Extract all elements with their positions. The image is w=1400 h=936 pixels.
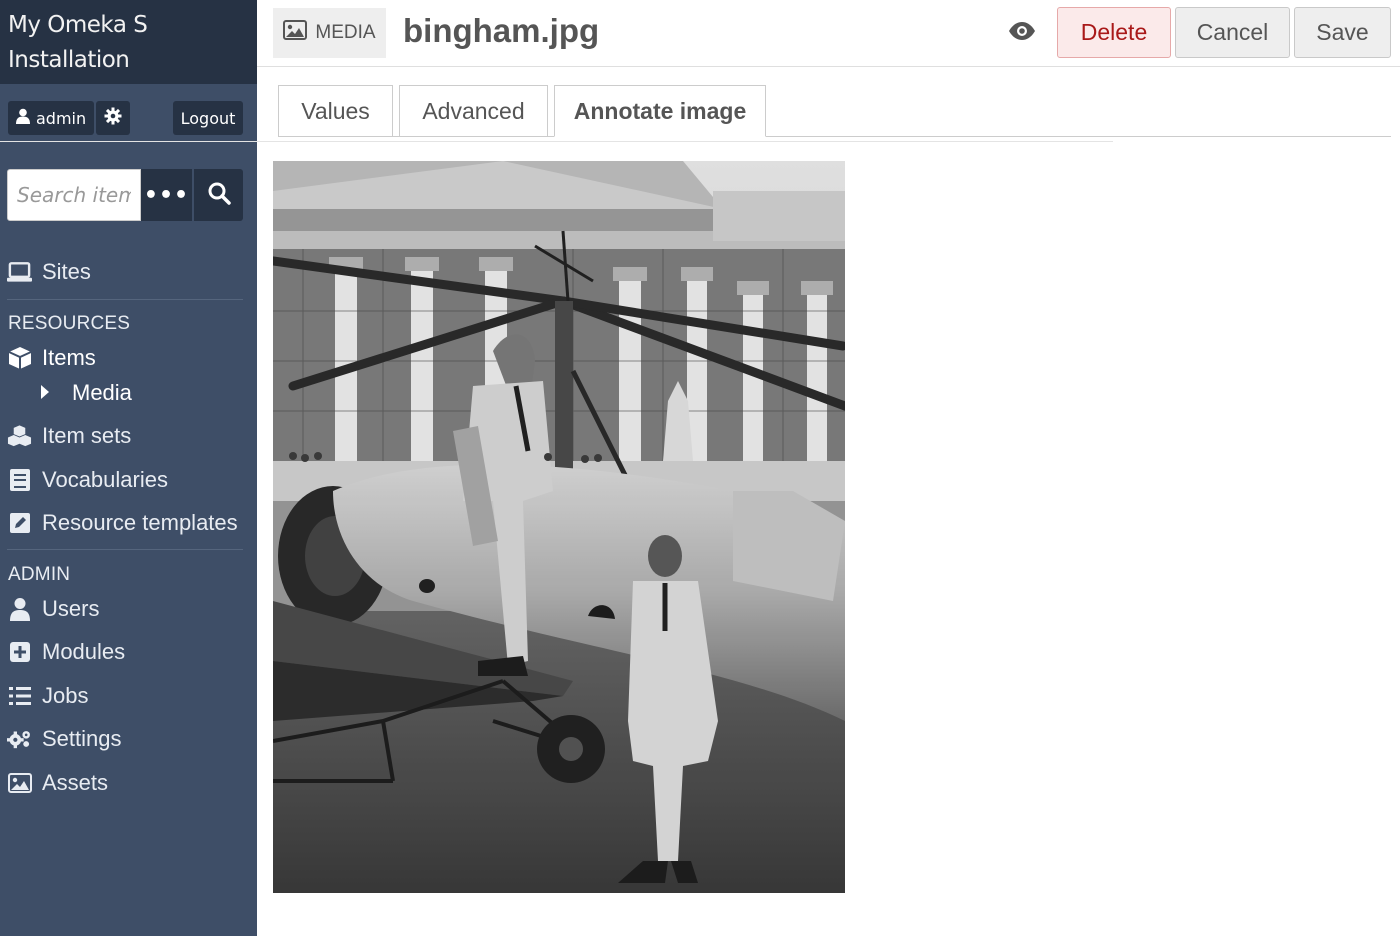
- search-icon: [207, 181, 231, 209]
- plus-square-icon: [7, 640, 32, 664]
- image-icon: [283, 20, 308, 46]
- site-title-line2: Installation: [8, 47, 130, 73]
- tabs-underline: [0, 141, 1113, 142]
- tab-advanced[interactable]: Advanced: [399, 85, 548, 137]
- search-button[interactable]: [194, 169, 243, 221]
- book-icon: [7, 468, 32, 492]
- nav-jobs-label: Jobs: [42, 683, 89, 708]
- laptop-icon: [7, 260, 32, 284]
- nav-modules[interactable]: Modules: [7, 639, 125, 665]
- search-input[interactable]: [7, 169, 141, 221]
- search-form: •••: [7, 169, 243, 221]
- nav-resource-templates-label: Resource templates: [42, 510, 238, 535]
- user-icon: [7, 597, 32, 621]
- nav-assets-label: Assets: [42, 770, 109, 795]
- nav-modules-label: Modules: [42, 639, 126, 664]
- resource-type-badge: MEDIA: [273, 8, 386, 58]
- save-button[interactable]: Save: [1294, 7, 1391, 58]
- tasks-icon: [7, 684, 32, 708]
- nav-vocabularies-label: Vocabularies: [42, 467, 168, 492]
- site-header: My Omeka S Installation: [0, 0, 257, 84]
- annotatable-image[interactable]: [273, 161, 845, 893]
- advanced-search-button[interactable]: •••: [141, 169, 192, 221]
- cube-icon: [7, 346, 32, 370]
- nav-sites[interactable]: Sites: [7, 259, 91, 285]
- nav-settings[interactable]: Settings: [7, 726, 122, 752]
- ellipsis-icon: •••: [143, 182, 190, 208]
- section-tabs: Values Advanced Annotate image: [278, 85, 1391, 137]
- nav-heading-resources: RESOURCES: [8, 313, 131, 334]
- logout-button[interactable]: Logout: [173, 101, 243, 135]
- site-title-line1: My Omeka S: [8, 12, 148, 38]
- cogs-icon: [7, 727, 32, 751]
- user-icon: [16, 108, 30, 128]
- resource-type-label: MEDIA: [315, 22, 376, 43]
- nav-items[interactable]: Items: [7, 345, 96, 371]
- user-bar: admin Logout: [8, 101, 243, 135]
- nav-jobs[interactable]: Jobs: [7, 683, 88, 709]
- nav-divider: [7, 549, 243, 550]
- gear-icon: [104, 107, 122, 129]
- nav-divider: [7, 299, 243, 300]
- view-public-button[interactable]: [1007, 20, 1037, 46]
- user-profile-link[interactable]: admin: [8, 101, 94, 135]
- nav-assets[interactable]: Assets: [7, 770, 108, 796]
- nav-items-label: Items: [42, 345, 96, 370]
- tab-annotate-image[interactable]: Annotate image: [554, 85, 766, 137]
- media-photo: [273, 161, 845, 893]
- nav-item-sets-label: Item sets: [42, 423, 132, 448]
- edit-icon: [7, 511, 32, 535]
- user-settings-button[interactable]: [96, 101, 130, 135]
- user-name: admin: [36, 108, 87, 128]
- caret-right-icon: [40, 380, 50, 406]
- nav-media[interactable]: Media: [40, 380, 132, 406]
- tab-values[interactable]: Values: [278, 85, 393, 137]
- nav-settings-label: Settings: [42, 726, 122, 751]
- nav-media-label: Media: [72, 380, 132, 405]
- cancel-button[interactable]: Cancel: [1175, 7, 1290, 58]
- nav-heading-admin: ADMIN: [8, 564, 71, 585]
- nav-users[interactable]: Users: [7, 596, 99, 622]
- nav-item-sets[interactable]: Item sets: [7, 423, 131, 449]
- delete-button[interactable]: Delete: [1057, 7, 1171, 58]
- nav-sites-label: Sites: [42, 259, 91, 284]
- page-title: bingham.jpg: [403, 12, 600, 49]
- page-header: MEDIA bingham.jpg Delete Cancel Save: [257, 0, 1400, 67]
- nav-vocabularies[interactable]: Vocabularies: [7, 467, 168, 493]
- cubes-icon: [7, 424, 32, 448]
- nav-users-label: Users: [42, 596, 100, 621]
- nav-resource-templates[interactable]: Resource templates: [7, 510, 238, 536]
- site-title[interactable]: My Omeka S Installation: [8, 8, 249, 78]
- image-icon: [7, 771, 32, 795]
- eye-icon: [1008, 21, 1036, 45]
